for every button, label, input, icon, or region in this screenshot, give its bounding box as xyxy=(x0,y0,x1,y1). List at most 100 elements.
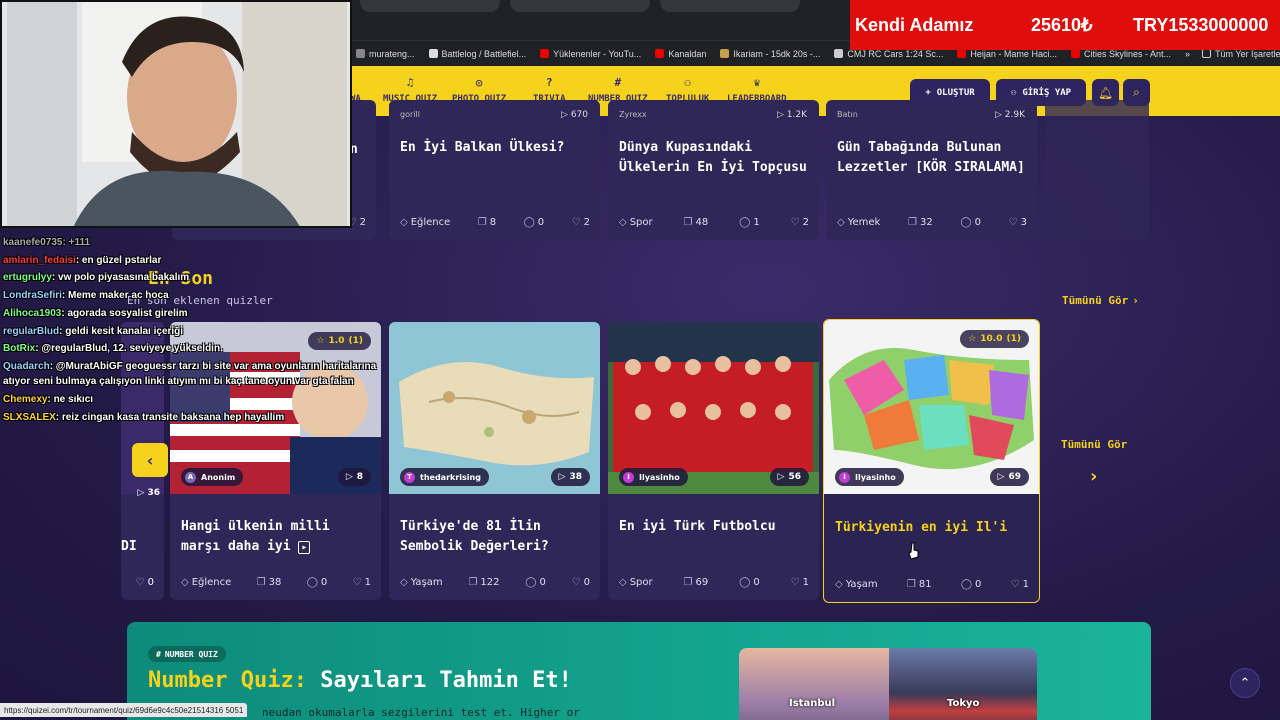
questions-stat: ❐ 38 xyxy=(256,577,282,588)
comment-icon: ◯ xyxy=(306,577,318,588)
quiz-card-hovered[interactable]: ☆ 10.0 (1) I Ilyasinho ▷ 69 Türkiyenin en iy… xyxy=(823,319,1040,603)
stack-icon: ❐ xyxy=(468,577,478,588)
bookmark-item[interactable]: Ikariam - 15dk 20s -... xyxy=(720,49,820,59)
tag-icon: ◇ xyxy=(181,577,189,588)
questions-stat: ❐ 48 xyxy=(683,217,709,228)
tag-icon: ◇ xyxy=(619,577,627,588)
heart-icon: ♡ xyxy=(571,217,581,228)
browser-tab[interactable] xyxy=(360,0,500,12)
chat-message: Chemexy: ne sıkıcı xyxy=(3,394,94,405)
bookmark-item[interactable]: Battlelog / Battlefiel... xyxy=(428,49,526,59)
play-count: ▷ 670 xyxy=(561,110,588,120)
quiz-card-peek[interactable] xyxy=(1045,100,1149,240)
quiz-card[interactable]: Batın ▷ 2.9K Gün Tabağında Bulunan Lezze… xyxy=(826,100,1037,240)
number-quiz-title: Number Quiz: Sayıları Tahmin Et! xyxy=(148,668,572,693)
chat-message: Alihoca1903: agorada sosyalist girelim xyxy=(3,308,188,319)
chevron-right-icon: › xyxy=(1132,294,1139,307)
quiz-card[interactable]: I Ilyasinho ▷ 56 En iyi Türk Futbolcu ◇ Spo… xyxy=(608,322,819,600)
heart-icon: ♡ xyxy=(571,577,581,588)
play-count: ▷ 8 xyxy=(337,468,371,486)
likes-stat: ♡ 0 xyxy=(135,577,154,588)
chat-message: amlarin_fedaisi: en güzel pstarlar xyxy=(3,255,162,266)
rating-badge: ☆ 1.0 (1) xyxy=(308,332,371,350)
city-label: Istanbul xyxy=(789,698,836,709)
avatar: A xyxy=(185,471,196,483)
author-badge[interactable]: I Ilyasinho xyxy=(835,468,904,486)
category-tag: ◇ Yaşam xyxy=(400,577,443,588)
browser-tab[interactable] xyxy=(660,0,800,12)
author-badge[interactable]: Tthedarkrising xyxy=(400,468,489,486)
play-count: ▷ 69 xyxy=(989,468,1029,486)
star-icon: ☆ xyxy=(968,334,977,344)
quiz-card-author: Batın xyxy=(837,110,858,119)
see-all-link-side[interactable]: Tümünü Gör xyxy=(1061,438,1127,451)
quiz-card[interactable]: Zyrexx ▷ 1.2K Dünya Kupasındaki Ülkeleri… xyxy=(608,100,819,240)
comment-icon: ◯ xyxy=(739,217,751,228)
quiz-card-title: En İyi Balkan Ülkesi? xyxy=(400,140,565,155)
comment-icon: ◯ xyxy=(960,579,973,590)
tag-icon: ◇ xyxy=(837,217,845,228)
youtube-icon xyxy=(1070,49,1080,58)
play-icon: ▷ xyxy=(997,472,1005,482)
comment-icon: ◯ xyxy=(525,577,537,588)
avatar: I xyxy=(623,471,634,483)
bookmarks-overflow[interactable]: » xyxy=(1185,49,1190,59)
quiz-card-footer: ◇ Spor ❐ 48 ◯ 1 ♡ 2 xyxy=(619,217,809,228)
heart-icon: ♡ xyxy=(352,577,362,588)
star-icon: ☆ xyxy=(316,336,325,346)
quiz-card[interactable]: gorill ▷ 670 En İyi Balkan Ülkesi? ◇ Eğle… xyxy=(389,100,600,240)
chevron-up-icon: ⌃ xyxy=(1239,675,1251,691)
chat-message: SLXSALEX: reiz cingan kasa transite baks… xyxy=(3,412,285,423)
quiz-card[interactable]: Tthedarkrising ▷ 38 Türkiye'de 81 İlin Se… xyxy=(389,322,600,600)
quiz-card-title: Gün Tabağında Bulunan Lezzetler [KÖR SIR… xyxy=(837,140,1025,175)
user-icon: ⚇ xyxy=(1010,87,1017,98)
bookmark-icon xyxy=(356,49,365,58)
quiz-card-title: Hangi ülkenin milli marşı daha iyi ▸ xyxy=(181,519,330,554)
all-bookmarks[interactable]: Tüm Yer İşaretleri xyxy=(1202,49,1280,59)
comments-stat: ◯ 0 xyxy=(960,217,981,228)
quiz-card-title: Türkiyenin en iyi Il'i xyxy=(835,520,1008,535)
bookmark-item[interactable]: CMJ RC Cars 1:24 Sc... xyxy=(834,49,943,59)
stack-icon: ❐ xyxy=(477,217,487,228)
play-count: ▷ 1.2K xyxy=(776,110,807,120)
camera-icon: ◎ xyxy=(475,76,483,89)
carousel-prev-button[interactable]: ‹ xyxy=(132,443,168,477)
quiz-card-author: Zyrexx xyxy=(619,110,647,119)
bookmark-icon xyxy=(834,49,844,58)
category-tag: ◇ Yaşam xyxy=(835,579,878,590)
see-all-link[interactable]: Tümünü Gör › xyxy=(1062,294,1139,307)
number-quiz-tag: # NUMBER QUIZ xyxy=(148,646,226,662)
play-count: ▷ 56 xyxy=(769,468,809,486)
play-icon: ▷ xyxy=(558,472,566,482)
quiz-card-footer: ◇ Yemek ❐ 32 ◯ 0 ♡ 3 xyxy=(837,217,1027,228)
bookmark-item[interactable]: murateng... xyxy=(356,49,415,59)
scroll-to-top-button[interactable]: ⌃ xyxy=(1230,668,1260,698)
bookmark-item[interactable]: Kanaldan xyxy=(655,49,706,59)
crown-icon: ♛ xyxy=(753,76,761,89)
play-count: ▷ 2.9K xyxy=(994,110,1025,120)
plus-icon: + xyxy=(925,87,931,98)
questions-stat: ❐ 81 xyxy=(906,579,932,590)
comment-icon: ◯ xyxy=(523,217,535,228)
bookmark-item[interactable]: Heijan - Mame Haci... xyxy=(957,49,1057,59)
chevron-left-icon: ‹ xyxy=(146,450,154,470)
quiz-card-title: En iyi Türk Futbolcu xyxy=(619,519,776,534)
heart-icon: ♡ xyxy=(1008,217,1018,228)
heart-icon: ♡ xyxy=(790,217,800,228)
comments-stat: ◯ 1 xyxy=(739,217,760,228)
play-icon: ▷ xyxy=(345,472,353,482)
hash-icon: # xyxy=(156,649,161,659)
avatar: I xyxy=(839,471,850,483)
browser-tab[interactable] xyxy=(510,0,650,12)
bookmark-item[interactable]: Cities Skylines - Ant... xyxy=(1070,49,1171,59)
bookmark-icon xyxy=(720,49,730,58)
bookmark-item[interactable]: Yüklenenler - YouTu... xyxy=(540,49,641,59)
number-quiz-banner[interactable]: # NUMBER QUIZ Number Quiz: Sayıları Tahmi… xyxy=(127,622,1151,720)
chat-message: Quadarch: @MuratAbiGF geoguessr tarzı bi… xyxy=(3,361,377,372)
tag-icon: ◇ xyxy=(835,579,843,590)
comments-stat: ◯ 0 xyxy=(523,217,545,228)
city-label: Tokyo xyxy=(947,698,980,709)
author-badge[interactable]: A Anonim xyxy=(181,468,244,486)
author-badge[interactable]: I Ilyasinho xyxy=(619,468,688,486)
chevron-right-icon[interactable]: › xyxy=(1090,466,1097,487)
